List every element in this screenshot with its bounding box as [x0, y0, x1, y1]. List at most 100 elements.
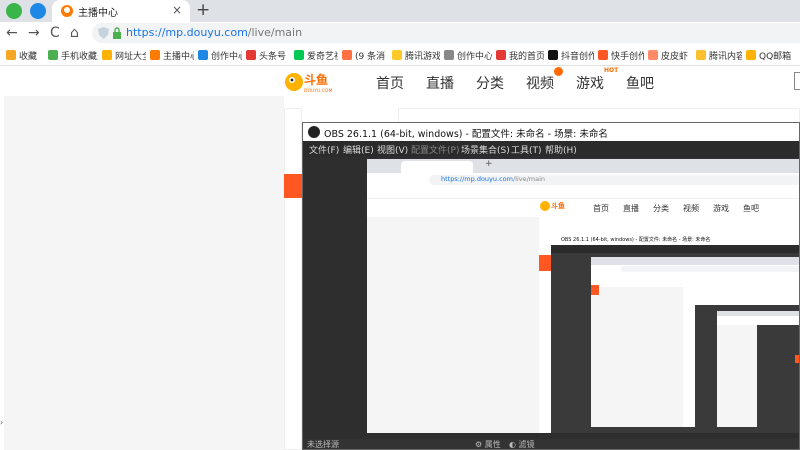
hot-badge: HOT: [604, 67, 619, 74]
filters-button[interactable]: ◐ 滤镜: [509, 439, 535, 449]
bookmark-label: 网址大全: [115, 51, 146, 62]
bookmark-favicon-icon: [548, 50, 558, 60]
obs-menu-item[interactable]: 文件(F): [309, 143, 339, 156]
bookmark-label: (9 条消: [355, 51, 386, 62]
browser-logo-icon[interactable]: [6, 3, 22, 19]
obs-preview-capture: + https://mp.douyu.com/live/main 斗鱼 首页 直…: [367, 159, 799, 433]
bookmark-item[interactable]: 抖音创作: [548, 48, 594, 62]
bookmark-favicon-icon: [746, 50, 756, 60]
bookmark-favicon-icon: [102, 50, 112, 60]
capture3-tab-bar: [717, 311, 799, 316]
bookmark-favicon-icon: [392, 50, 402, 60]
bookmark-item[interactable]: QQ邮箱: [746, 48, 791, 62]
capture-bookmarks: [367, 187, 799, 199]
nav-fishbar[interactable]: 鱼吧: [626, 73, 654, 93]
obs-window[interactable]: OBS 26.1.1 (64-bit, windows) - 配置文件: 未命名…: [302, 122, 800, 450]
capture-nav-home: 首页: [593, 204, 609, 213]
svg-text:斗鱼: 斗鱼: [551, 201, 565, 210]
bookmark-item[interactable]: 腾讯内容: [696, 48, 742, 62]
obs-menu-item[interactable]: 帮助(H): [545, 143, 577, 156]
nav-category[interactable]: 分类: [476, 73, 504, 93]
capture-nav-video: 视频: [683, 204, 699, 213]
bookmark-item[interactable]: (9 条消: [342, 48, 385, 62]
home-button[interactable]: ⌂: [70, 25, 79, 41]
bookmark-item[interactable]: 爱奇艺视: [294, 48, 338, 62]
bookmark-label: 创作中心: [211, 51, 242, 62]
capture-url-text: https://mp.douyu.com/live/main: [441, 175, 546, 183]
bookmark-label: 主播中心: [163, 51, 194, 62]
bookmark-label: 创作中心: [457, 51, 492, 62]
nav-live[interactable]: 直播: [426, 73, 454, 93]
obs-title: OBS 26.1.1 (64-bit, windows) - 配置文件: 未命名…: [324, 129, 608, 140]
bookmark-item[interactable]: 头条号: [246, 48, 286, 62]
obs-menu-item[interactable]: 工具(T): [511, 143, 542, 156]
bookmark-favicon-icon: [246, 50, 256, 60]
bookmark-item[interactable]: 网址大全: [102, 48, 146, 62]
capture2-tab-bar: [591, 257, 799, 265]
nav-home[interactable]: 首页: [376, 73, 404, 93]
obs-menu-item[interactable]: 配置文件(P): [411, 143, 459, 156]
bookmark-item[interactable]: 收藏: [6, 48, 37, 62]
capture-nav-games: 游戏: [713, 204, 729, 213]
bookmark-label: 腾讯内容: [709, 51, 742, 62]
bookmark-item[interactable]: 皮皮虾: [648, 48, 688, 62]
capture2-address-bar: [591, 265, 799, 273]
bookmark-label: QQ邮箱: [759, 51, 792, 62]
capture2-left-area: [591, 287, 683, 427]
tab-main[interactable]: 主播中心 ×: [52, 0, 190, 22]
bookmark-label: 快手创作: [611, 51, 644, 62]
capture-obs-title: OBS 26.1.1 (64-bit, windows) - 配置文件: 未命名…: [561, 237, 711, 243]
bookmark-label: 皮皮虾: [661, 51, 689, 62]
bookmark-favicon-icon: [598, 50, 608, 60]
forward-button[interactable]: →: [28, 25, 40, 41]
bookmark-item[interactable]: 创作中心: [444, 48, 492, 62]
capture-nav-fishbar: 鱼吧: [743, 204, 759, 213]
url-input[interactable]: https://mp.douyu.com/live/main: [92, 23, 800, 43]
header-edge-button[interactable]: [794, 72, 800, 90]
bookmark-favicon-icon: [198, 50, 208, 60]
bookmark-item[interactable]: 主播中心: [150, 48, 194, 62]
capture2-orange-marker: [591, 285, 599, 295]
capture2-obs-window: [695, 299, 799, 427]
tab-close-icon[interactable]: ×: [172, 3, 182, 17]
obs-menu-item[interactable]: 场景集合(S): [461, 143, 510, 156]
bookmark-item[interactable]: 手机收藏夹: [48, 48, 98, 62]
tab-title: 主播中心: [78, 8, 118, 19]
url-text: https://mp.douyu.com/live/main: [126, 26, 303, 39]
no-source-label: 未选择源: [307, 440, 339, 449]
bookmark-item[interactable]: 创作中心: [198, 48, 242, 62]
capture-left-area: [367, 217, 539, 433]
obs-menu-item[interactable]: 编辑(E): [343, 143, 374, 156]
bookmark-favicon-icon: [342, 50, 352, 60]
obs-titlebar[interactable]: OBS 26.1.1 (64-bit, windows) - 配置文件: 未命名…: [303, 123, 799, 141]
bookmark-item[interactable]: 腾讯游戏: [392, 48, 440, 62]
new-tab-button[interactable]: +: [196, 1, 210, 19]
shield-icon[interactable]: [98, 27, 109, 39]
extension-icon[interactable]: [30, 3, 46, 19]
capture2-url-box: [621, 266, 799, 272]
reload-button[interactable]: C: [50, 25, 60, 41]
back-button[interactable]: ←: [6, 25, 18, 41]
obs-menu-item[interactable]: 视图(V): [377, 143, 408, 156]
main-panel-top: [398, 108, 800, 122]
obs-logo-icon: [308, 126, 320, 138]
bookmark-item[interactable]: 快手创作: [598, 48, 644, 62]
capture-nav-category: 分类: [653, 204, 669, 213]
capture-nav-live: 直播: [623, 204, 639, 213]
bookmark-favicon-icon: [444, 50, 454, 60]
bookmark-favicon-icon: [150, 50, 160, 60]
properties-button[interactable]: ⚙ 属性: [475, 439, 501, 449]
bookmark-label: 头条号: [259, 51, 287, 62]
bookmark-item[interactable]: 我的首页: [496, 48, 544, 62]
nav-games[interactable]: 游戏: [576, 73, 604, 93]
bookmark-label: 抖音创作: [561, 51, 594, 62]
douyu-favicon-icon: [61, 5, 73, 17]
nav-video[interactable]: 视频: [526, 73, 554, 93]
capture-level3: [717, 311, 799, 427]
svg-text:DOUYU.COM: DOUYU.COM: [304, 88, 332, 94]
capture-orange-marker: [539, 255, 551, 271]
active-menu-marker: [284, 174, 302, 198]
douyu-logo[interactable]: 斗鱼 DOUYU.COM: [284, 69, 340, 95]
capture-obs-titlebar: OBS 26.1.1 (64-bit, windows) - 配置文件: 未命名…: [551, 235, 799, 245]
svg-text:斗鱼: 斗鱼: [304, 72, 328, 87]
